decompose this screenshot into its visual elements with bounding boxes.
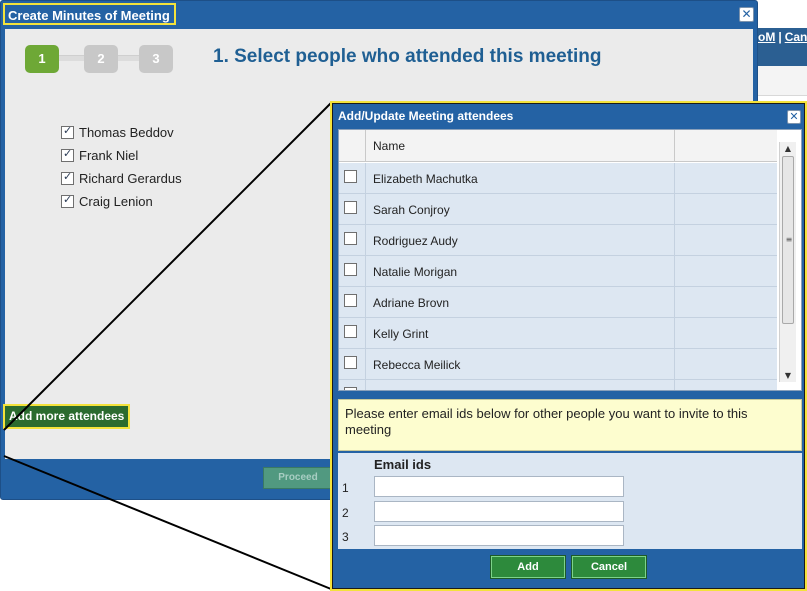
email-row-number: 1 xyxy=(342,481,349,495)
invite-notice: Please enter email ids below for other p… xyxy=(338,399,802,451)
background-link-1[interactable]: oM xyxy=(758,30,775,44)
row-checkbox[interactable] xyxy=(344,201,357,214)
attendee-item[interactable]: Frank Niel xyxy=(61,144,182,167)
attendee-name: Thomas Beddov xyxy=(79,125,174,140)
email-ids-label: Email ids xyxy=(374,457,432,472)
attendee-checkbox[interactable] xyxy=(61,193,74,208)
step-2-badge[interactable]: 2 xyxy=(84,45,118,73)
row-name: Sarah Conjroy xyxy=(367,194,675,224)
close-icon[interactable]: ✕ xyxy=(787,110,801,124)
dialog-title: Create Minutes of Meeting xyxy=(3,3,176,25)
table-row[interactable]: Natalie Morigan xyxy=(339,256,777,287)
row-name: Natalie Morigan xyxy=(367,256,675,286)
row-checkbox[interactable] xyxy=(344,170,357,183)
row-checkbox[interactable] xyxy=(344,263,357,276)
table-row[interactable]: Adriane Brovn xyxy=(339,287,777,318)
attendee-item[interactable]: Craig Lenion xyxy=(61,190,182,213)
screen: oM | Can Create Minutes of Meeting ✕ 1 2 3… xyxy=(0,0,807,591)
scroll-grip-icon: ≡ xyxy=(785,235,793,244)
proceed-button[interactable]: Proceed xyxy=(263,467,333,489)
background-link-separator: | xyxy=(778,30,782,44)
email-row-number: 3 xyxy=(342,530,349,544)
table-row[interactable]: Kelly Grint xyxy=(339,318,777,349)
grid-scrollbar[interactable]: ▲ ≡ ▼ xyxy=(779,142,796,382)
scroll-up-icon[interactable]: ▲ xyxy=(780,142,796,155)
row-name: Peter McKennell xyxy=(367,380,675,390)
background-link-2[interactable]: Can xyxy=(785,30,807,44)
dialog-frame: Add/Update Meeting attendees ✕ Name Eliz… xyxy=(332,103,805,589)
email-row: 3 xyxy=(338,525,802,547)
attendee-name: Richard Gerardus xyxy=(79,171,182,186)
email-field-1[interactable] xyxy=(374,476,624,497)
attendee-name: Craig Lenion xyxy=(79,194,153,209)
scroll-down-icon[interactable]: ▼ xyxy=(780,369,796,382)
email-row: 2 xyxy=(338,501,802,523)
table-row[interactable]: Elizabeth Machutka xyxy=(339,163,777,194)
row-name: Elizabeth Machutka xyxy=(367,163,675,193)
table-row[interactable]: Rebecca Meilick xyxy=(339,349,777,380)
scroll-thumb[interactable]: ≡ xyxy=(782,156,794,324)
row-checkbox[interactable] xyxy=(344,356,357,369)
attendee-checkbox[interactable] xyxy=(61,147,74,162)
email-row: 1 xyxy=(338,476,802,498)
cancel-button[interactable]: Cancel xyxy=(572,556,646,578)
email-field-2[interactable] xyxy=(374,501,624,522)
row-name: Rebecca Meilick xyxy=(367,349,675,379)
add-button[interactable]: Add xyxy=(491,556,565,578)
email-field-3[interactable] xyxy=(374,525,624,546)
attendee-name: Frank Niel xyxy=(79,148,139,163)
attendee-list: Thomas Beddov Frank Niel Richard Gerardu… xyxy=(61,121,182,213)
header-checkbox-column xyxy=(339,130,366,162)
table-row[interactable]: Sarah Conjroy xyxy=(339,194,777,225)
add-update-attendees-dialog: Add/Update Meeting attendees ✕ Name Eliz… xyxy=(330,101,807,591)
row-name: Rodriguez Audy xyxy=(367,225,675,255)
table-row[interactable]: Peter McKennell xyxy=(339,380,777,390)
attendee-grid: Name Elizabeth Machutka Sarah Conjroy Ro… xyxy=(338,129,802,391)
email-section: Email ids 1 2 3 xyxy=(338,453,802,549)
row-name: Adriane Brovn xyxy=(367,287,675,317)
grid-body: Elizabeth Machutka Sarah Conjroy Rodrigu… xyxy=(339,163,777,390)
background-links: oM | Can xyxy=(758,30,807,44)
close-icon[interactable]: ✕ xyxy=(739,7,754,22)
row-checkbox[interactable] xyxy=(344,232,357,245)
background-panel xyxy=(752,66,807,96)
step-heading: 1. Select people who attended this meeti… xyxy=(213,46,602,67)
row-checkbox[interactable] xyxy=(344,387,357,390)
row-checkbox[interactable] xyxy=(344,325,357,338)
grid-header: Name xyxy=(339,130,777,162)
row-checkbox[interactable] xyxy=(344,294,357,307)
attendee-item[interactable]: Thomas Beddov xyxy=(61,121,182,144)
attendee-checkbox[interactable] xyxy=(61,124,74,139)
header-name[interactable]: Name xyxy=(367,130,675,162)
step-3-badge[interactable]: 3 xyxy=(139,45,173,73)
step-1-badge[interactable]: 1 xyxy=(25,45,59,73)
table-row[interactable]: Rodriguez Audy xyxy=(339,225,777,256)
attendee-item[interactable]: Richard Gerardus xyxy=(61,167,182,190)
dialog-title: Add/Update Meeting attendees xyxy=(338,109,514,123)
add-more-attendees-button[interactable]: Add more attendees xyxy=(3,404,131,429)
attendee-checkbox[interactable] xyxy=(61,170,74,185)
row-name: Kelly Grint xyxy=(367,318,675,348)
email-row-number: 2 xyxy=(342,506,349,520)
